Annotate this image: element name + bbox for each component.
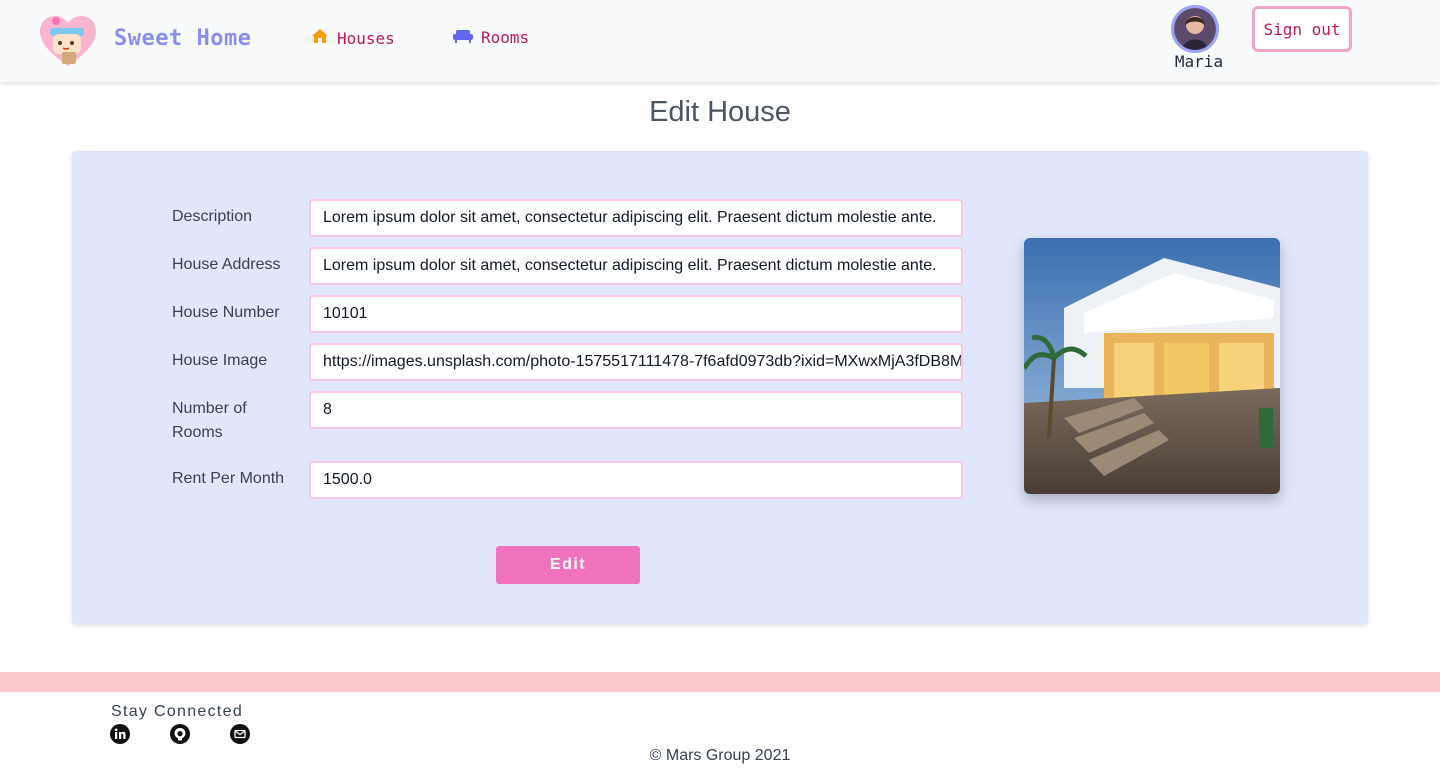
stay-connected-label: Stay Connected: [111, 703, 244, 720]
house-address-input[interactable]: Lorem ipsum dolor sit amet, consectetur …: [309, 247, 963, 285]
number-of-rooms-label: Number of Rooms: [172, 400, 247, 441]
house-image-input[interactable]: https://images.unsplash.com/photo-157551…: [309, 343, 963, 381]
nav-houses-label: Houses: [337, 28, 395, 48]
github-icon[interactable]: [170, 724, 190, 744]
house-number-label: House Number: [172, 304, 280, 321]
page-title: Edit House: [649, 96, 791, 128]
nav-houses[interactable]: Houses: [311, 28, 395, 48]
nav-rooms[interactable]: Rooms: [453, 28, 529, 47]
rent-per-month-input[interactable]: 1500.0: [309, 461, 963, 499]
user-avatar[interactable]: [1171, 5, 1219, 53]
edit-button[interactable]: Edit: [496, 546, 640, 584]
footer-band: [0, 672, 1440, 692]
house-number-input[interactable]: 10101: [309, 295, 963, 333]
sign-out-button[interactable]: Sign out: [1252, 6, 1352, 52]
brand-name[interactable]: Sweet Home: [114, 26, 251, 51]
heart-house-logo-icon[interactable]: [38, 14, 98, 68]
edit-house-form-card: Description Lorem ipsum dolor sit amet, …: [72, 151, 1368, 624]
rent-per-month-label: Rent Per Month: [172, 470, 285, 487]
user-name: Maria: [1174, 52, 1224, 71]
linkedin-icon[interactable]: [110, 724, 130, 744]
mail-icon[interactable]: [230, 724, 250, 744]
copyright: © Mars Group 2021: [649, 747, 791, 764]
number-of-rooms-input[interactable]: 8: [309, 391, 963, 429]
house-icon: [311, 28, 329, 48]
house-image-preview: [1024, 238, 1280, 494]
nav-rooms-label: Rooms: [481, 28, 530, 47]
description-input[interactable]: Lorem ipsum dolor sit amet, consectetur …: [309, 199, 963, 237]
house-address-label: House Address: [172, 256, 281, 273]
house-image-label: House Image: [172, 352, 268, 369]
navbar: Sweet Home Houses Rooms Maria Sign out: [0, 0, 1440, 82]
description-label: Description: [172, 208, 253, 225]
sofa-icon: [453, 28, 473, 47]
